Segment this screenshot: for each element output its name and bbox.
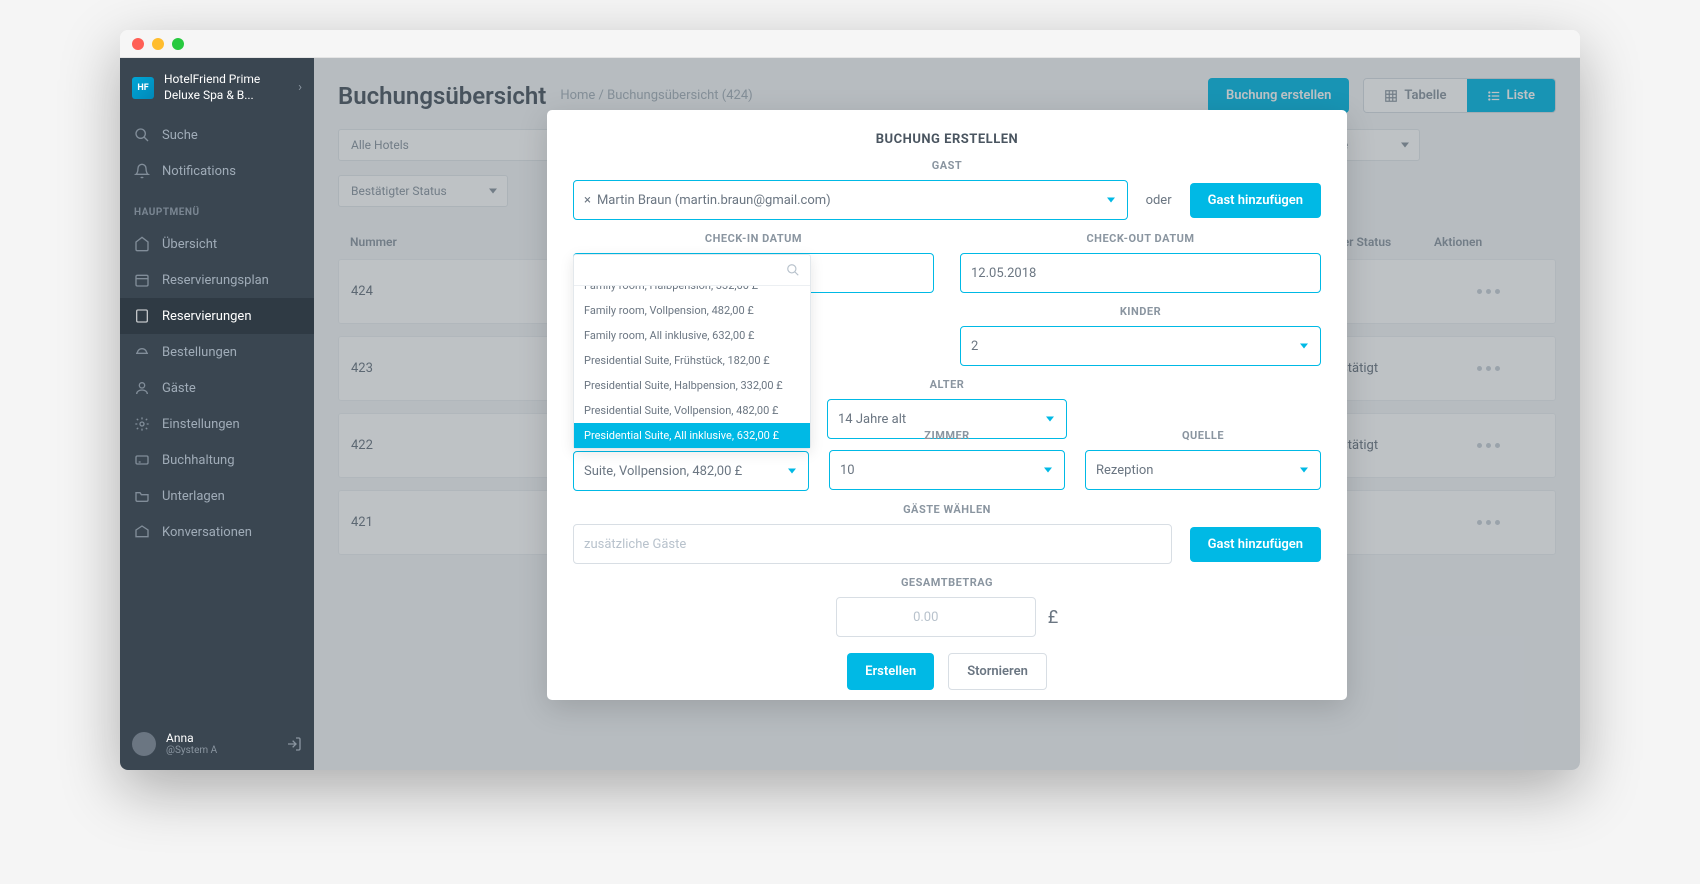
sidebar-item-documents[interactable]: Unterlagen [120,478,314,514]
plan-select[interactable]: Suite, Vollpension, 482,00 £ [573,451,809,491]
search-icon [134,127,150,143]
plan-dropdown-popup: Family room, Halbpension, 332,00 £Family… [573,254,811,449]
dropdown-search-input[interactable] [584,263,786,277]
dropdown-list[interactable]: Family room, Halbpension, 332,00 £Family… [574,286,810,448]
dropdown-item[interactable]: Family room, Halbpension, 332,00 £ [574,286,810,298]
guest-value: Martin Braun (martin.braun@gmail.com) [597,193,831,208]
remove-guest-icon[interactable]: × [584,193,591,208]
org-logo-icon [132,77,154,99]
submit-create-button[interactable]: Erstellen [847,653,934,690]
sidebar-item-label: Notifications [162,164,236,179]
sidebar-user[interactable]: Anna @System A [120,717,314,770]
org-name: HotelFriend Prime Deluxe Spa & B... [164,72,288,103]
sidebar-item-notifications[interactable]: Notifications [120,153,314,189]
sidebar-item-search[interactable]: Suche [120,117,314,153]
dropdown-item[interactable]: Family room, Vollpension, 482,00 £ [574,298,810,323]
user-name: Anna [166,731,276,745]
card-icon [134,452,150,468]
currency-label: £ [1048,607,1058,628]
sidebar-item-reservations[interactable]: Reservierungen [120,298,314,334]
gear-icon [134,416,150,432]
cancel-button[interactable]: Stornieren [948,653,1047,690]
tray-icon [134,344,150,360]
children-select[interactable]: 2 [960,326,1321,366]
sidebar-item-label: Buchhaltung [162,453,235,468]
bell-icon [134,163,150,179]
close-icon[interactable] [132,38,144,50]
chat-icon [134,524,150,540]
sidebar-item-label: Gäste [162,381,196,396]
app-window: HotelFriend Prime Deluxe Spa & B... › Su… [120,30,1580,770]
sidebar-item-label: Übersicht [162,237,217,252]
total-input[interactable]: 0.00 [836,597,1036,637]
sidebar-item-accounting[interactable]: Buchhaltung [120,442,314,478]
extra-guests-input[interactable]: zusätzliche Gäste [573,524,1172,564]
search-icon [786,263,800,277]
dropdown-search [574,255,810,286]
modal-overlay[interactable]: BUCHUNG ERSTELLEN GAST × Martin Braun (m… [314,58,1580,770]
home-icon [134,236,150,252]
guest-select[interactable]: × Martin Braun (martin.braun@gmail.com) [573,180,1128,220]
user-icon [134,380,150,396]
dropdown-item[interactable]: Presidential Suite, Frühstück, 182,00 £ [574,348,810,373]
dropdown-item[interactable]: Presidential Suite, Halbpension, 332,00 … [574,373,810,398]
sidebar-item-orders[interactable]: Bestellungen [120,334,314,370]
add-extra-guest-button[interactable]: Gast hinzufügen [1190,527,1321,562]
folder-icon [134,488,150,504]
user-system: @System A [166,745,276,756]
chevron-right-icon: › [298,80,302,95]
calendar-icon [134,272,150,288]
sidebar: HotelFriend Prime Deluxe Spa & B... › Su… [120,58,314,770]
create-booking-modal: BUCHUNG ERSTELLEN GAST × Martin Braun (m… [547,110,1347,700]
sidebar-item-conversations[interactable]: Konversationen [120,514,314,550]
avatar-icon [132,732,156,756]
sidebar-item-label: Suche [162,128,198,143]
main-content: Buchungsübersicht Home / Buchungsübersic… [314,58,1580,770]
label-children: KINDER [960,305,1321,318]
label-checkin: CHECK-IN DATUM [573,232,934,245]
sidebar-section-label: HAUPTMENÜ [120,189,314,226]
label-choose-guests: GÄSTE WÄHLEN [573,503,1321,516]
sidebar-item-overview[interactable]: Übersicht [120,226,314,262]
org-selector[interactable]: HotelFriend Prime Deluxe Spa & B... › [120,58,314,117]
dropdown-item[interactable]: Presidential Suite, Vollpension, 482,00 … [574,398,810,423]
label-source: QUELLE [1085,429,1321,442]
sidebar-item-label: Reservierungen [162,309,252,324]
sidebar-item-label: Konversationen [162,525,252,540]
add-guest-button[interactable]: Gast hinzufügen [1190,183,1321,218]
sidebar-item-settings[interactable]: Einstellungen [120,406,314,442]
label-total: GESAMTBETRAG [573,576,1321,589]
logout-icon[interactable] [286,736,302,752]
sidebar-item-reservationplan[interactable]: Reservierungsplan [120,262,314,298]
bookmark-icon [134,308,150,324]
dropdown-item[interactable]: Family room, All inklusive, 632,00 £ [574,323,810,348]
dropdown-item[interactable]: Presidential Suite, All inklusive, 632,0… [574,423,810,448]
sidebar-item-label: Reservierungsplan [162,273,269,288]
minimize-icon[interactable] [152,38,164,50]
sidebar-item-label: Unterlagen [162,489,225,504]
source-select[interactable]: Rezeption [1085,450,1321,490]
label-checkout: CHECK-OUT DATUM [960,232,1321,245]
room-select[interactable]: 10 [829,450,1065,490]
maximize-icon[interactable] [172,38,184,50]
label-room: ZIMMER [829,429,1065,442]
or-text: oder [1146,193,1172,208]
modal-title: BUCHUNG ERSTELLEN [573,132,1321,147]
sidebar-item-guests[interactable]: Gäste [120,370,314,406]
titlebar [120,30,1580,58]
sidebar-item-label: Einstellungen [162,417,240,432]
label-guest: GAST [573,159,1321,172]
sidebar-item-label: Bestellungen [162,345,237,360]
checkout-date-input[interactable]: 12.05.2018 [960,253,1321,293]
